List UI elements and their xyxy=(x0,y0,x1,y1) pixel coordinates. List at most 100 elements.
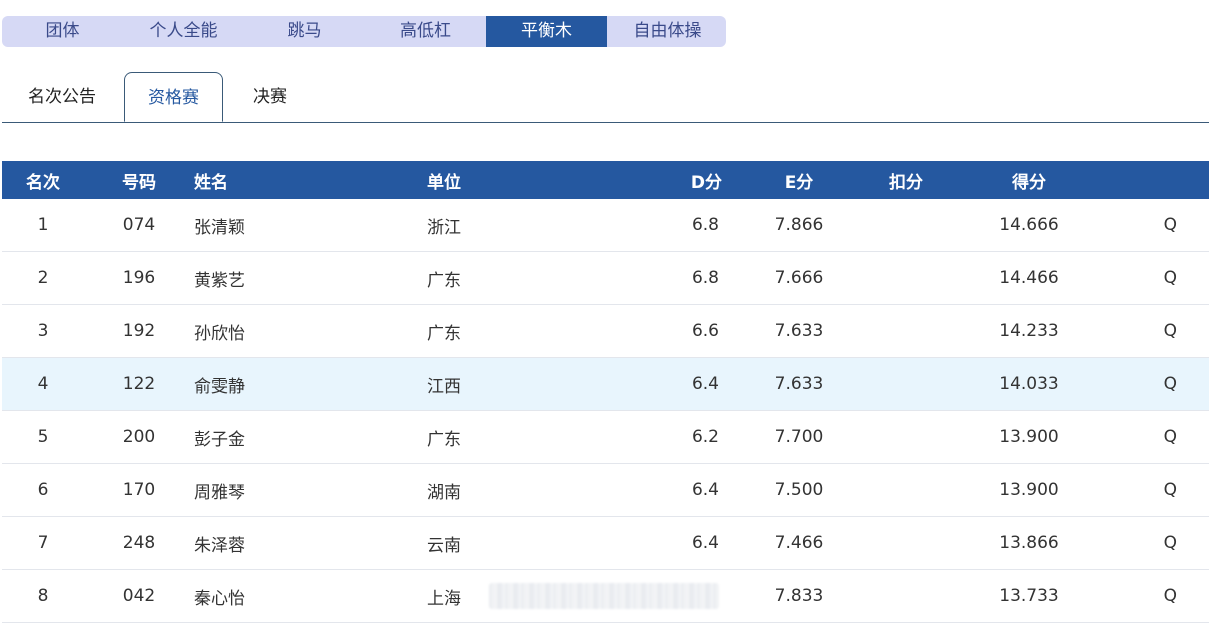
cell-e-score: 7.500 xyxy=(774,480,824,500)
results-table: 名次 号码 姓名 单位 D分 E分 扣分 得分 1 074 张清颖 浙江 6.8 7.86… xyxy=(2,161,1209,623)
table-row: 6 170 周雅琴 湖南 6.4 7.500 13.900 Q xyxy=(2,464,1209,517)
cell-total: 13.733 xyxy=(999,586,1059,606)
cell-d-score: 6.4 xyxy=(691,374,719,394)
cell-total: 13.866 xyxy=(999,533,1059,553)
cell-total: 14.233 xyxy=(999,321,1059,341)
table-row: 7 248 朱泽蓉 云南 6.4 7.466 13.866 Q xyxy=(2,517,1209,570)
table-row: 4 122 俞雯静 江西 6.4 7.633 14.033 Q xyxy=(2,357,1209,411)
cell-e-score: 7.633 xyxy=(774,374,824,394)
tab-vault[interactable]: 跳马 xyxy=(244,16,365,47)
cell-deduction xyxy=(829,517,989,570)
cell-deduction xyxy=(829,252,989,305)
cell-total: 14.033 xyxy=(999,374,1059,394)
cell-unit: 上海 xyxy=(427,588,461,609)
cell-d-score: 6.6 xyxy=(691,321,719,341)
header-total: 得分 xyxy=(1012,172,1046,193)
cell-rank: 8 xyxy=(37,586,49,606)
cell-name: 彭子金 xyxy=(194,429,245,450)
cell-unit: 江西 xyxy=(427,376,461,397)
cell-number: 074 xyxy=(122,215,156,235)
cell-unit: 湖南 xyxy=(427,482,461,503)
tab-final[interactable]: 决赛 xyxy=(250,72,290,123)
cell-e-score: 7.666 xyxy=(774,268,824,288)
cell-e-score: 7.466 xyxy=(774,533,824,553)
cell-deduction xyxy=(829,199,989,252)
cell-d-score: 6.4 xyxy=(691,480,719,500)
cell-number: 042 xyxy=(122,586,156,606)
tab-uneven-bars[interactable]: 高低杠 xyxy=(365,16,486,47)
cell-deduction xyxy=(829,464,989,517)
cell-deduction xyxy=(829,411,989,464)
cell-name: 周雅琴 xyxy=(194,482,245,503)
cell-name: 俞雯静 xyxy=(194,376,245,397)
cell-name: 张清颖 xyxy=(194,217,245,238)
cell-deduction xyxy=(829,570,989,623)
cell-unit: 广东 xyxy=(427,270,461,291)
header-number: 号码 xyxy=(122,172,156,193)
tab-all-around[interactable]: 个人全能 xyxy=(123,16,244,47)
cell-e-score: 7.833 xyxy=(774,586,824,606)
cell-number: 170 xyxy=(122,480,156,500)
cell-name: 孙欣怡 xyxy=(194,323,245,344)
header-d-score: D分 xyxy=(690,172,722,193)
cell-qualified: Q xyxy=(1163,374,1177,394)
cell-qualified: Q xyxy=(1163,215,1177,235)
cell-deduction xyxy=(829,305,989,358)
cell-qualified: Q xyxy=(1163,586,1177,606)
phase-tab-bar: 名次公告 资格赛 决赛 xyxy=(2,72,1209,123)
cell-rank: 7 xyxy=(37,533,49,553)
cell-qualified: Q xyxy=(1163,533,1177,553)
cell-d-score xyxy=(489,570,769,623)
cell-number: 200 xyxy=(122,427,156,447)
tab-ranking-notice[interactable]: 名次公告 xyxy=(24,72,100,123)
cell-e-score: 7.633 xyxy=(774,321,824,341)
cell-qualified: Q xyxy=(1163,480,1177,500)
cell-rank: 5 xyxy=(37,427,49,447)
cell-unit: 广东 xyxy=(427,323,461,344)
cell-d-score: 6.4 xyxy=(691,533,719,553)
cell-rank: 3 xyxy=(37,321,49,341)
header-qualified xyxy=(1069,161,1209,199)
cell-qualified: Q xyxy=(1163,321,1177,341)
cell-name: 朱泽蓉 xyxy=(194,535,245,556)
header-unit: 单位 xyxy=(427,172,461,193)
header-name: 姓名 xyxy=(194,172,228,193)
table-row: 2 196 黄紫艺 广东 6.8 7.666 14.466 Q xyxy=(2,252,1209,305)
cell-name: 黄紫艺 xyxy=(194,270,245,291)
cell-total: 14.466 xyxy=(999,268,1059,288)
cell-qualified: Q xyxy=(1163,427,1177,447)
cell-number: 196 xyxy=(122,268,156,288)
obscured-value xyxy=(489,583,719,609)
tab-qualification[interactable]: 资格赛 xyxy=(124,72,223,122)
cell-rank: 2 xyxy=(37,268,49,288)
header-deduction: 扣分 xyxy=(889,172,923,193)
cell-number: 248 xyxy=(122,533,156,553)
cell-rank: 6 xyxy=(37,480,49,500)
tab-team[interactable]: 团体 xyxy=(2,16,123,47)
cell-rank: 4 xyxy=(37,374,49,394)
tab-floor-exercise[interactable]: 自由体操 xyxy=(607,16,726,47)
cell-total: 13.900 xyxy=(999,480,1059,500)
cell-e-score: 7.866 xyxy=(774,215,824,235)
event-tab-bar: 团体 个人全能 跳马 高低杠 平衡木 自由体操 xyxy=(2,16,726,47)
cell-qualified: Q xyxy=(1163,268,1177,288)
table-row: 5 200 彭子金 广东 6.2 7.700 13.900 Q xyxy=(2,411,1209,464)
cell-number: 192 xyxy=(122,321,156,341)
table-row: 8 042 秦心怡 上海 7.833 13.733 Q xyxy=(2,570,1209,623)
table-header-row: 名次 号码 姓名 单位 D分 E分 扣分 得分 xyxy=(2,161,1209,199)
cell-rank: 1 xyxy=(37,215,49,235)
cell-d-score: 6.8 xyxy=(691,268,719,288)
cell-unit: 云南 xyxy=(427,535,461,556)
header-e-score: E分 xyxy=(784,172,814,193)
cell-total: 14.666 xyxy=(999,215,1059,235)
header-rank: 名次 xyxy=(26,172,60,193)
cell-total: 13.900 xyxy=(999,427,1059,447)
cell-unit: 浙江 xyxy=(427,217,461,238)
cell-d-score: 6.2 xyxy=(691,427,719,447)
cell-number: 122 xyxy=(122,374,156,394)
table-row: 1 074 张清颖 浙江 6.8 7.866 14.666 Q xyxy=(2,199,1209,252)
tab-balance-beam[interactable]: 平衡木 xyxy=(486,16,607,47)
cell-deduction xyxy=(829,358,989,411)
cell-name: 秦心怡 xyxy=(194,588,245,609)
cell-unit: 广东 xyxy=(427,429,461,450)
